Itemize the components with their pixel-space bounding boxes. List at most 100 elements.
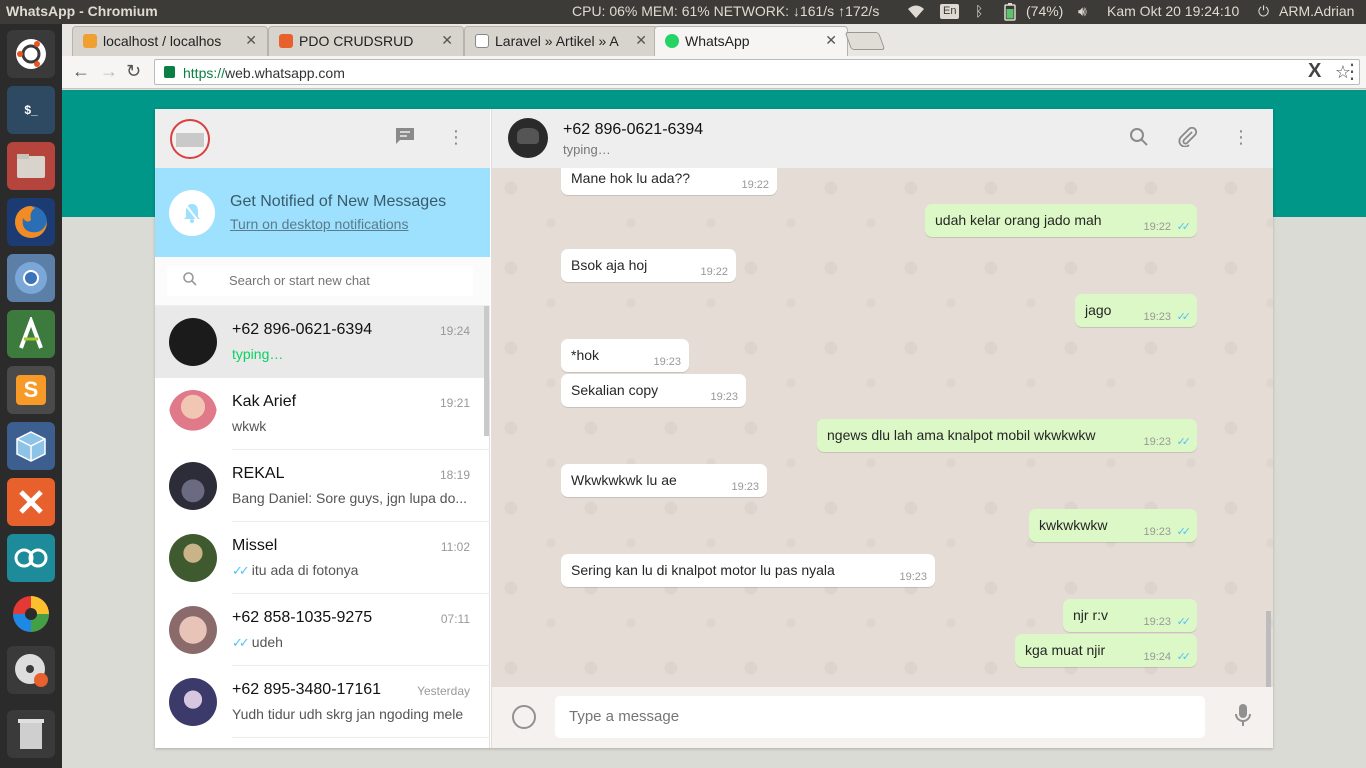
system-monitor[interactable]: CPU: 06% MEM: 61% NETWORK: ↓161/s ↑172/s — [572, 3, 879, 19]
disk-burner-icon[interactable] — [7, 646, 55, 694]
chat-list-pane: ⋮ Get Notified of New Messages Turn on d… — [155, 109, 490, 748]
message-outgoing[interactable]: kga muat njir 19:24 ✓✓ — [1015, 634, 1197, 667]
chromium-icon[interactable] — [7, 254, 55, 302]
new-tab-button[interactable] — [844, 32, 886, 50]
firefox-icon[interactable] — [7, 198, 55, 246]
contact-avatar[interactable] — [508, 118, 548, 158]
volume-icon[interactable]: 🔊︎ — [1078, 3, 1087, 20]
ubuntu-dash-icon[interactable] — [7, 30, 55, 78]
phpmyadmin-favicon-icon — [83, 34, 97, 48]
my-avatar[interactable] — [170, 119, 210, 159]
extension-x-icon[interactable]: X — [1308, 60, 1321, 83]
unity-launcher: $_ S — [0, 24, 62, 768]
xampp-favicon-icon — [279, 34, 293, 48]
sublime-text-icon[interactable]: S — [7, 366, 55, 414]
keyboard-layout-indicator[interactable]: En — [940, 4, 960, 19]
message-incoming[interactable]: Sering kan lu di knalpot motor lu pas ny… — [561, 554, 935, 587]
message-outgoing[interactable]: kwkwkwkw 19:23 ✓✓ — [1029, 509, 1197, 542]
close-icon[interactable]: ✕ — [441, 32, 453, 49]
avatar — [169, 318, 217, 366]
wifi-icon[interactable] — [908, 5, 924, 21]
search-icon — [183, 272, 197, 289]
enable-notifications-link[interactable]: Turn on desktop notifications — [230, 216, 408, 232]
notification-banner[interactable]: Get Notified of New Messages Turn on des… — [155, 168, 490, 257]
virtualbox-icon[interactable] — [7, 422, 55, 470]
xampp-icon[interactable] — [7, 478, 55, 526]
search-input[interactable] — [229, 273, 459, 288]
chat-item[interactable]: +62 858-1035-9275 07:11 ✓✓ udeh — [155, 594, 490, 666]
message-input[interactable] — [569, 708, 1189, 725]
reload-icon[interactable]: ↻ — [126, 61, 141, 82]
message-time: 19:23 — [731, 481, 759, 493]
message-outgoing[interactable]: njr r:v 19:23 ✓✓ — [1063, 599, 1197, 632]
menu-icon[interactable]: ⋮ — [1232, 127, 1250, 148]
message-text: kga muat njir — [1025, 642, 1106, 658]
tab-phpmyadmin[interactable]: localhost / localhos ✕ — [72, 26, 268, 56]
chat-item[interactable]: +62 895-3480-17161 Yesterday Yudh tidur … — [155, 666, 490, 738]
search-box[interactable] — [167, 266, 473, 296]
system-top-bar: WhatsApp - Chromium CPU: 06% MEM: 61% NE… — [0, 0, 1366, 24]
chat-item[interactable]: Missel 11:02 ✓✓ itu ada di fotonya — [155, 522, 490, 594]
forward-arrow-icon[interactable]: → — [100, 61, 118, 82]
arduino-icon[interactable] — [7, 534, 55, 582]
url-text[interactable]: https://web.whatsapp.com — [183, 65, 345, 81]
message-time: 19:24 — [1143, 651, 1171, 663]
close-icon[interactable]: ✕ — [825, 32, 837, 49]
chat-item[interactable]: REKAL 18:19 Bang Daniel: Sore guys, jgn … — [155, 450, 490, 522]
message-outgoing[interactable]: udah kelar orang jado mah 19:22 ✓✓ — [925, 204, 1197, 237]
browser-menu-icon[interactable]: ⋮ — [1342, 59, 1362, 84]
message-incoming[interactable]: Sekalian copy 19:23 — [561, 374, 746, 407]
avatar — [169, 606, 217, 654]
close-icon[interactable]: ✕ — [245, 32, 257, 49]
message-incoming[interactable]: Bsok aja hoj 19:22 — [561, 249, 736, 282]
files-icon[interactable] — [7, 142, 55, 190]
microphone-icon[interactable] — [1235, 703, 1251, 733]
clock[interactable]: Kam Okt 20 19:24:10 — [1107, 3, 1239, 19]
user-name[interactable]: ARM.Adrian — [1279, 3, 1354, 19]
message-incoming[interactable]: *hok 19:23 — [561, 339, 689, 372]
message-incoming[interactable]: Mane hok lu ada?? 19:22 — [561, 168, 777, 195]
avatar — [169, 462, 217, 510]
search-bar — [155, 257, 490, 306]
chat-item[interactable]: +62 896-0621-6394 19:24 typing… — [155, 306, 490, 378]
tab-laravel-artikel[interactable]: Laravel » Artikel » A ✕ — [464, 26, 658, 56]
tab-whatsapp[interactable]: WhatsApp ✕ — [654, 26, 848, 56]
contact-name: +62 896-0621-6394 — [563, 121, 704, 138]
conversation-header[interactable]: +62 896-0621-6394 typing… ⋮ — [491, 109, 1273, 168]
message-scrollbar[interactable] — [1266, 611, 1271, 687]
new-chat-icon[interactable] — [395, 127, 415, 150]
chat-name: REKAL — [232, 465, 285, 482]
chat-list-scrollbar[interactable] — [484, 306, 489, 436]
emoji-icon[interactable] — [512, 705, 536, 729]
address-bar[interactable]: https://web.whatsapp.com ☆ — [154, 59, 1360, 85]
chat-list: +62 896-0621-6394 19:24 typing… Kak Arie… — [155, 306, 490, 748]
avatar — [169, 678, 217, 726]
power-icon[interactable]: ⏻ — [1258, 3, 1269, 20]
trash-icon[interactable] — [7, 710, 55, 758]
muted-bell-icon — [169, 190, 215, 236]
message-incoming[interactable]: Wkwkwkwk lu ae 19:23 — [561, 464, 767, 497]
search-icon[interactable] — [1129, 127, 1149, 152]
chat-item[interactable]: Kak Arief 19:21 wkwk — [155, 378, 490, 450]
menu-icon[interactable]: ⋮ — [447, 127, 465, 148]
battery-icon[interactable] — [1004, 3, 1016, 24]
chat-time: 18:19 — [439, 468, 470, 482]
message-text: Wkwkwkwk lu ae — [571, 472, 677, 488]
message-text: Sering kan lu di knalpot motor lu pas ny… — [571, 562, 835, 578]
message-input-box[interactable] — [555, 696, 1205, 738]
attach-icon[interactable] — [1178, 126, 1198, 152]
browser-tab-strip: localhost / localhos ✕ PDO CRUDSRUD ✕ La… — [62, 24, 1366, 56]
back-arrow-icon[interactable]: ← — [72, 61, 90, 82]
tab-label: localhost / localhos — [103, 33, 222, 49]
message-outgoing[interactable]: ngews dlu lah ama knalpot mobil wkwkwkw … — [817, 419, 1197, 452]
contact-status: typing… — [563, 142, 611, 157]
close-icon[interactable]: ✕ — [635, 32, 647, 49]
chat-preview: wkwk — [232, 418, 267, 434]
color-picker-icon[interactable] — [7, 590, 55, 638]
message-text: jago — [1085, 302, 1112, 318]
android-studio-icon[interactable] — [7, 310, 55, 358]
terminal-icon[interactable]: $_ — [7, 86, 55, 134]
message-outgoing[interactable]: jago 19:23 ✓✓ — [1075, 294, 1197, 327]
bluetooth-icon[interactable]: ᛒ — [975, 3, 983, 19]
tab-pdo-crudsrud[interactable]: PDO CRUDSRUD ✕ — [268, 26, 464, 56]
